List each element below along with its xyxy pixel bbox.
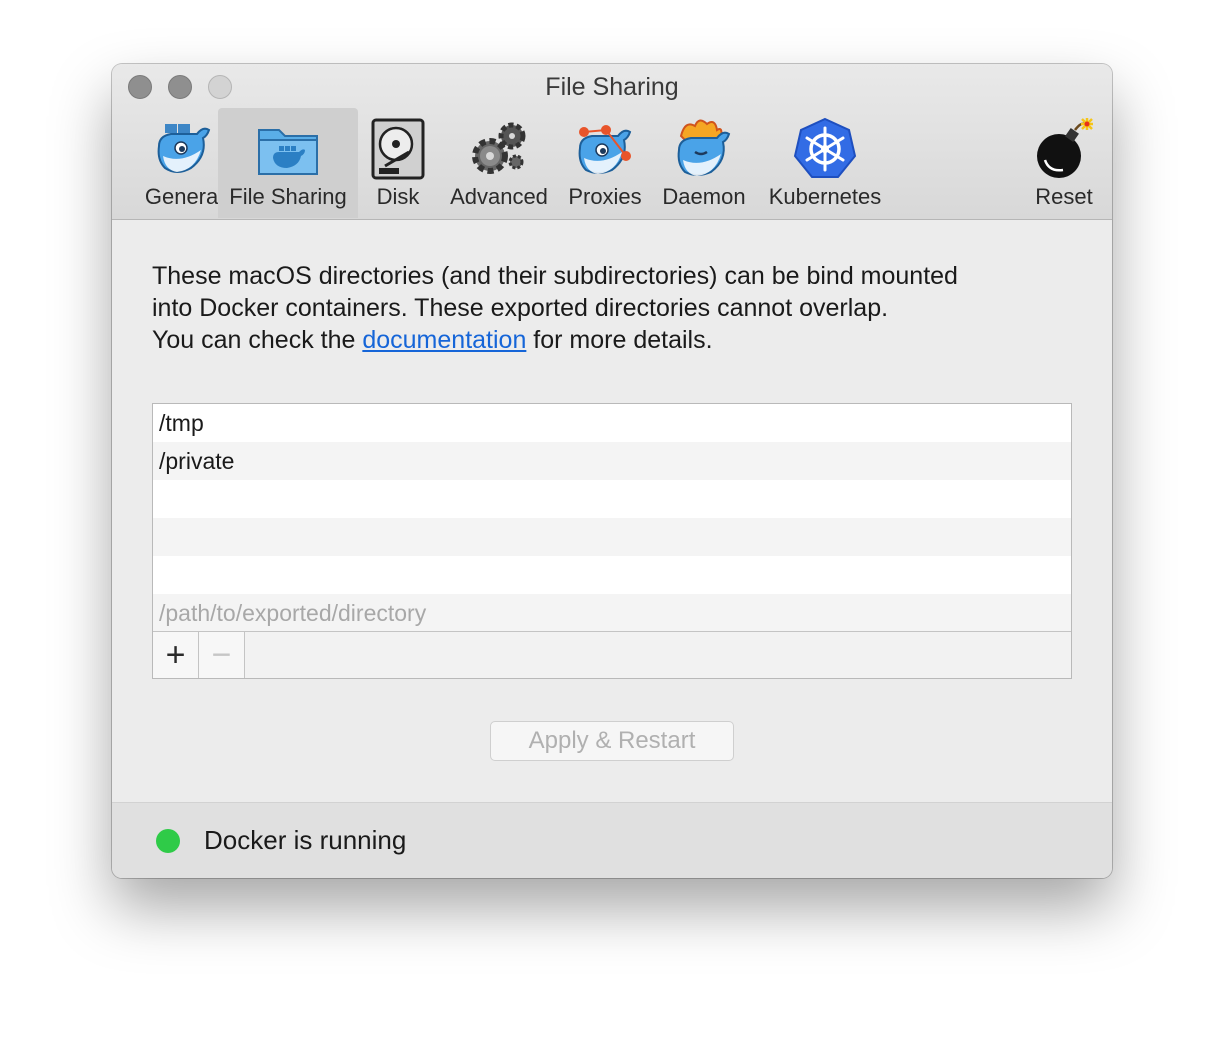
gears-icon bbox=[466, 116, 532, 182]
tab-daemon[interactable]: Daemon bbox=[654, 108, 754, 218]
file-sharing-pane: These macOS directories (and their subdi… bbox=[112, 220, 1112, 802]
whale-daemon-icon bbox=[671, 116, 737, 182]
list-item[interactable] bbox=[153, 480, 1071, 518]
description-line-3-prefix: You can check the bbox=[152, 326, 363, 354]
tab-label: Kubernetes bbox=[768, 184, 882, 209]
whale-icon bbox=[151, 116, 217, 182]
list-item[interactable]: /private bbox=[153, 442, 1071, 480]
tab-label: Advanced bbox=[450, 184, 548, 209]
folder-whale-icon bbox=[255, 116, 321, 182]
status-text: Docker is running bbox=[204, 825, 407, 855]
add-directory-button[interactable]: + bbox=[153, 632, 199, 678]
tab-kubernetes[interactable]: Kubernetes bbox=[760, 108, 890, 218]
list-item[interactable] bbox=[153, 556, 1071, 594]
tab-label: Disk bbox=[376, 184, 420, 209]
list-item[interactable]: /tmp bbox=[153, 404, 1071, 442]
tab-label: Daemon bbox=[662, 184, 746, 209]
tab-advanced[interactable]: Advanced bbox=[444, 108, 554, 218]
status-indicator-icon bbox=[156, 829, 180, 853]
description-line-1: These macOS directories (and their subdi… bbox=[152, 262, 958, 290]
description-line-2: into Docker containers. These exported d… bbox=[152, 294, 889, 322]
bomb-icon bbox=[1031, 116, 1097, 182]
tab-proxies[interactable]: Proxies bbox=[560, 108, 650, 218]
documentation-link[interactable]: documentation bbox=[362, 326, 526, 354]
apply-restart-button[interactable]: Apply & Restart bbox=[490, 721, 734, 761]
description-line-3-suffix: for more details. bbox=[526, 326, 713, 354]
tab-label: Proxies bbox=[568, 184, 642, 209]
description: These macOS directories (and their subdi… bbox=[152, 260, 1072, 356]
kubernetes-helm-icon bbox=[792, 116, 858, 182]
tab-file-sharing[interactable]: File Sharing bbox=[218, 108, 358, 218]
toolbar: File Sharing General File Sharing Disk A… bbox=[112, 64, 1112, 220]
tab-label: Reset bbox=[1035, 184, 1093, 209]
description-line-3: You can check the documentation for more… bbox=[152, 324, 1072, 356]
window-title: File Sharing bbox=[545, 73, 679, 101]
shared-directories-list[interactable]: /tmp /private /path/to/exported/director… bbox=[152, 403, 1072, 679]
list-item[interactable] bbox=[153, 518, 1071, 556]
whale-proxies-icon bbox=[572, 116, 638, 182]
hard-disk-icon bbox=[365, 116, 431, 182]
status-bar: Docker is running bbox=[112, 802, 1112, 878]
tab-disk[interactable]: Disk bbox=[362, 108, 434, 218]
preferences-window: File Sharing General File Sharing Disk A… bbox=[112, 64, 1112, 878]
remove-directory-button[interactable]: − bbox=[199, 632, 245, 678]
tab-reset[interactable]: Reset bbox=[1024, 108, 1104, 218]
tab-label: File Sharing bbox=[229, 184, 347, 209]
list-toolbar: + − bbox=[153, 631, 1071, 678]
path-input-placeholder[interactable]: /path/to/exported/directory bbox=[153, 594, 1071, 632]
